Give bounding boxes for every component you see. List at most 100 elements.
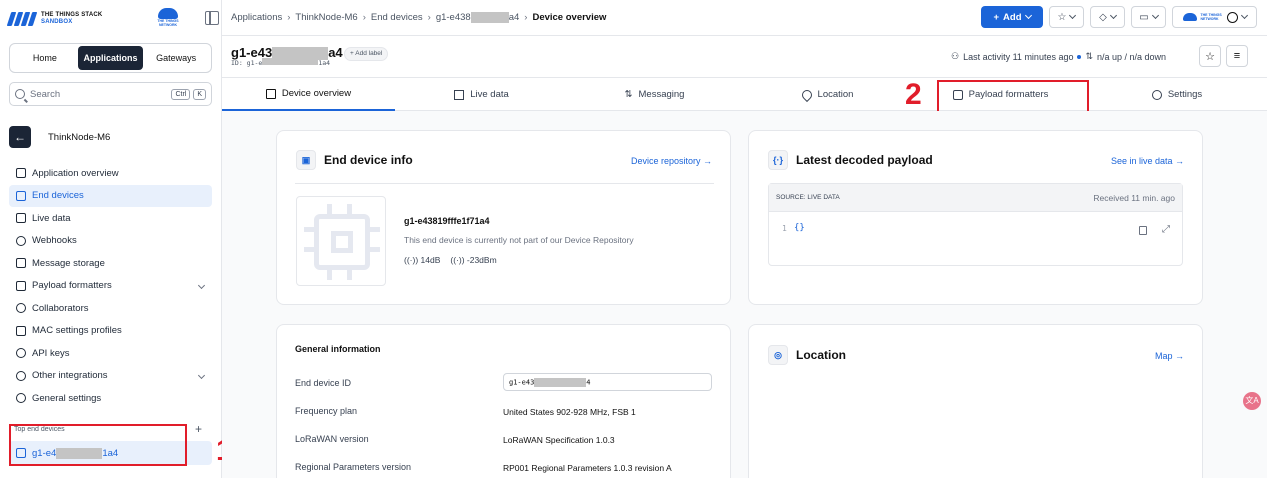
signal-icon: ((·)): [404, 255, 421, 265]
sidebar-item-collaborators[interactable]: Collaborators: [9, 297, 212, 320]
payload-received: Received 11 min. ago: [1093, 192, 1175, 203]
end-device-info-card: ▣ End device info Device repository → g1…: [276, 130, 731, 305]
kbd-k: K: [193, 88, 206, 100]
sidebar-item-end-devices[interactable]: End devices: [9, 184, 212, 207]
nav-tab-home[interactable]: Home: [12, 46, 78, 70]
sidebar-item-mac-settings-profiles[interactable]: MAC settings profiles: [9, 320, 212, 343]
tts-logo[interactable]: THE THINGS STACK SANDBOX: [6, 12, 103, 26]
chevron-down-icon: [1069, 11, 1077, 20]
device-tabs: Device overview Live data ⇅ Messaging Lo…: [222, 77, 1267, 111]
ttn-cloud-icon: [1182, 13, 1197, 21]
search-input[interactable]: Search Ctrl K: [9, 82, 212, 106]
chip-outline: [314, 214, 370, 270]
breadcrumb-device[interactable]: g1-e438 a4: [436, 12, 519, 23]
tab-device-overview[interactable]: Device overview: [222, 78, 395, 111]
app-name: ThinkNode-M6: [48, 131, 111, 143]
star-icon: ☆: [1205, 50, 1215, 63]
chevron-down-icon: [197, 371, 206, 379]
code-braces-icon: {·}: [768, 150, 788, 170]
tab-messaging[interactable]: ⇅ Messaging: [568, 78, 741, 111]
add-label: Add: [1003, 11, 1022, 23]
search-placeholder: Search: [30, 88, 61, 100]
device-repository-link[interactable]: Device repository →: [631, 156, 712, 166]
notifications-button[interactable]: ▭: [1131, 6, 1166, 28]
tab-live-data[interactable]: Live data: [395, 78, 568, 111]
general-info-title: General information: [295, 344, 381, 354]
tab-location[interactable]: Location: [741, 78, 914, 111]
device-id-value-prefix: g1-e43: [509, 378, 535, 387]
sidebar-menu: Application overview End devices Live da…: [9, 162, 212, 410]
collapse-sidebar-icon[interactable]: [205, 11, 219, 25]
sidebar-item-webhooks[interactable]: Webhooks: [9, 230, 212, 253]
field-label: LoRaWAN version: [295, 434, 369, 444]
rssi-value: 14dB: [420, 255, 441, 265]
lorawan-version-value: LoRaWAN Specification 1.0.3: [503, 435, 615, 445]
logo-line2: SANDBOX: [41, 19, 73, 25]
device-id-value-suffix: 4: [586, 378, 591, 387]
up-down-arrows-icon: ⇅: [1085, 51, 1094, 61]
expand-icon[interactable]: ⤢: [1162, 224, 1170, 235]
code-icon: [16, 280, 26, 291]
add-label-button[interactable]: + Add label: [344, 47, 389, 61]
chevron-down-icon: [1024, 11, 1032, 20]
profile-button[interactable]: THE THINGS NETWORK: [1172, 6, 1257, 28]
sidebar-item-api-keys[interactable]: API keys: [9, 342, 212, 365]
key-icon: [16, 348, 26, 359]
logo-line1: THE THINGS STACK: [41, 12, 103, 18]
ttn-logo[interactable]: THE THINGS NETWORK: [153, 8, 183, 30]
sidebar-item-live-data[interactable]: Live data: [9, 207, 212, 230]
breadcrumb-applications[interactable]: Applications: [231, 12, 282, 23]
sidebar-item-general-settings[interactable]: General settings: [9, 387, 212, 410]
star-button[interactable]: ☆: [1199, 45, 1221, 67]
back-arrow-icon[interactable]: ←: [9, 126, 31, 148]
payload-code: {}: [794, 223, 805, 233]
kbd-ctrl: Ctrl: [171, 88, 191, 100]
add-top-device-icon[interactable]: +: [195, 422, 202, 436]
sidebar-item-payload-formatters[interactable]: Payload formatters: [9, 275, 212, 298]
chevron-down-icon: [1109, 11, 1117, 20]
chevron-down-icon: [197, 281, 206, 289]
device-id-suffix: 1a4: [318, 59, 331, 67]
repository-note: This end device is currently not part of…: [404, 235, 634, 245]
see-live-data-link[interactable]: See in live data →: [1111, 156, 1184, 166]
nav-tab-gateways[interactable]: Gateways: [143, 46, 209, 70]
nav-tab-applications[interactable]: Applications: [77, 46, 144, 70]
bookmarks-button[interactable]: ☆: [1049, 6, 1084, 28]
settings-box-icon: [16, 325, 26, 336]
copy-icon[interactable]: [1139, 226, 1147, 235]
menu-button[interactable]: ≡: [1226, 45, 1248, 67]
card-title: {·} Latest decoded payload: [768, 150, 933, 170]
breadcrumb-current: Device overview: [532, 12, 607, 23]
end-device-id-field[interactable]: g1-e43 4: [503, 373, 712, 391]
sidebar-item-label: Message storage: [32, 257, 105, 269]
traffic-count: n/a up / n/a down: [1097, 51, 1167, 62]
translate-icon[interactable]: 文A: [1243, 392, 1261, 410]
breadcrumb-end-devices[interactable]: End devices: [371, 12, 423, 23]
signal-info: ((·)) 14dB ((·)) -23dBm: [404, 255, 497, 265]
gear-icon: [16, 393, 26, 404]
sidebar-item-other-integrations[interactable]: Other integrations: [9, 365, 212, 388]
tags-button[interactable]: ◇: [1090, 6, 1125, 28]
tab-settings[interactable]: Settings: [1087, 78, 1267, 111]
card-title-text: End device info: [324, 153, 413, 167]
card-title: ◎ Location: [768, 345, 846, 365]
sidebar-item-application-overview[interactable]: Application overview: [9, 162, 212, 185]
payload-header: SOURCE: LIVE DATA Received 11 min. ago: [769, 184, 1182, 212]
chevron-right-icon: ›: [524, 12, 528, 23]
tab-label: Settings: [1167, 89, 1203, 100]
sidebar-item-message-storage[interactable]: Message storage: [9, 252, 212, 275]
location-icon: [799, 87, 814, 102]
chip-pin: [327, 204, 332, 214]
add-button[interactable]: + Add: [981, 6, 1043, 28]
line-number: 1: [782, 224, 787, 233]
annotation-box-1: [9, 424, 187, 466]
inbox-icon: ▭: [1139, 11, 1149, 23]
sidebar-item-label: Application overview: [32, 167, 119, 179]
breadcrumb-app[interactable]: ThinkNode-M6: [295, 12, 357, 23]
chip-pin: [304, 247, 314, 252]
chip-icon: ▣: [296, 150, 316, 170]
tts-logo-icon: [6, 12, 38, 26]
map-link[interactable]: Map →: [1155, 351, 1184, 361]
chevron-down-icon: [1240, 11, 1248, 20]
add-label-text: Add label: [355, 50, 383, 57]
